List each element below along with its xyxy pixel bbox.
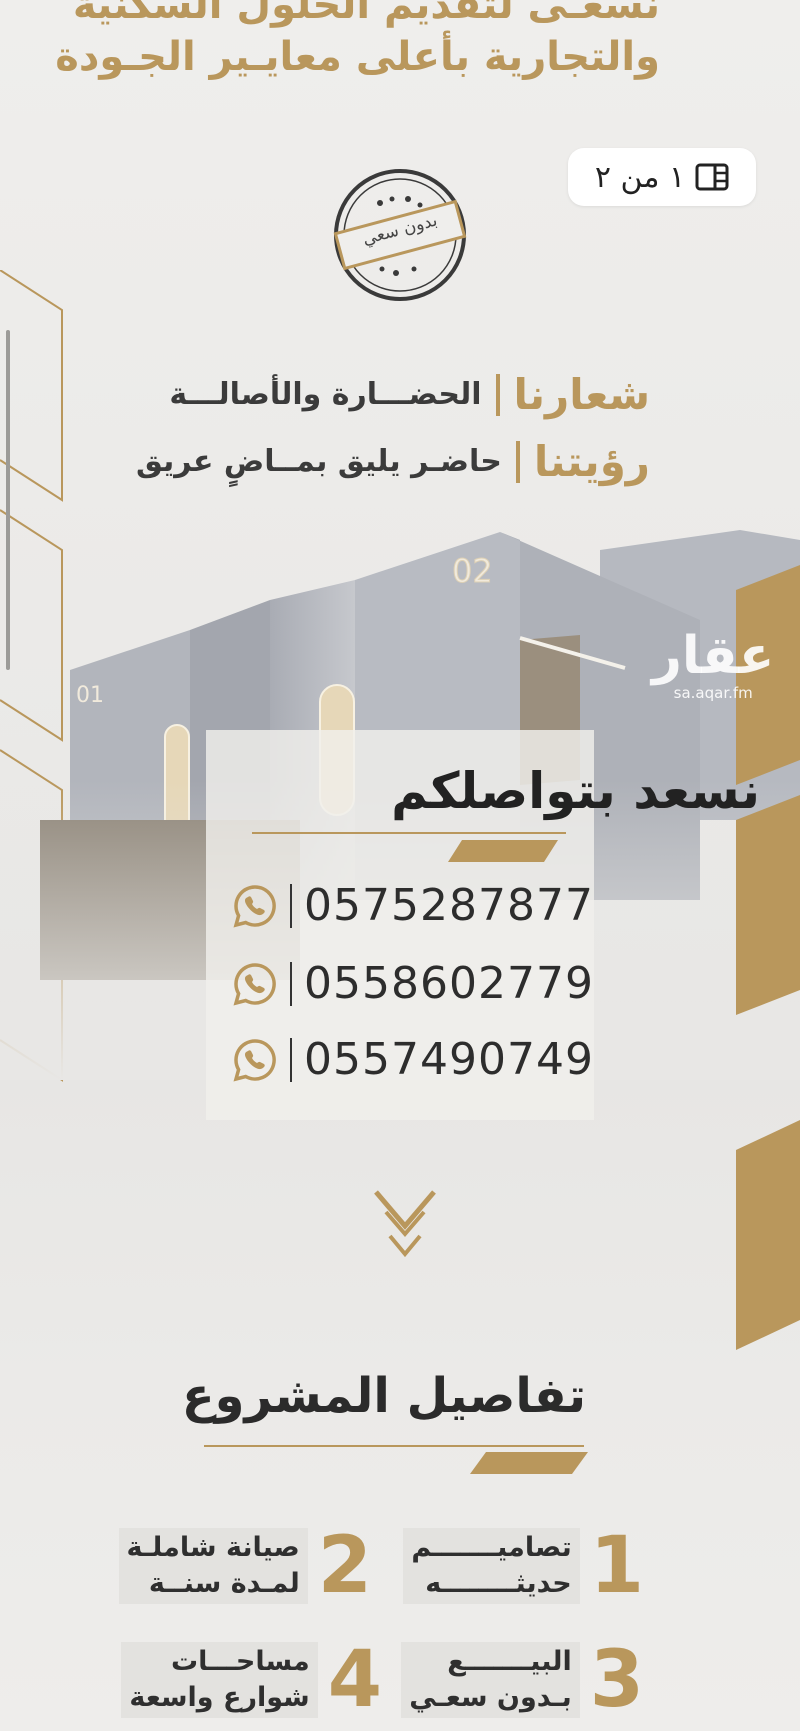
- feature-line-1: تصاميـــــــم: [411, 1532, 572, 1563]
- details-title-accent: [470, 1452, 588, 1474]
- phone-divider: [290, 1037, 292, 1082]
- contact-title-accent: [448, 840, 558, 862]
- watermark-logo: عقار: [652, 626, 775, 686]
- phone-number-3[interactable]: 0557490749: [304, 1034, 594, 1085]
- feature-modern-designs: 1 تصاميـــــــم حديثــــــــه: [403, 1526, 644, 1606]
- feature-line-1: البيـــــــع: [447, 1646, 572, 1677]
- feature-no-commission: 3 البيـــــــع بـدون سعـي: [401, 1640, 644, 1720]
- contact-title-underline: [252, 832, 566, 834]
- watermark-url: sa.aqar.fm: [673, 684, 753, 702]
- feature-number: 3: [589, 1635, 644, 1725]
- phone-divider: [290, 961, 292, 1006]
- feature-text: تصاميـــــــم حديثــــــــه: [403, 1528, 580, 1604]
- feature-line-2: بـدون سعـي: [409, 1682, 572, 1713]
- chevron-down-icon: [374, 1190, 436, 1258]
- whatsapp-icon: [233, 884, 276, 927]
- whatsapp-icon: [233, 1038, 276, 1081]
- vision-key: رؤيتنا: [533, 437, 650, 486]
- slogan-divider: [495, 373, 500, 416]
- building-sign-01: 01: [76, 683, 104, 708]
- feature-number: 4: [327, 1635, 382, 1725]
- phone-divider: [290, 883, 292, 928]
- feature-spaces-wide-streets: 4 مساحـــات شوارع واسعة: [121, 1640, 382, 1720]
- gallery-icon: [695, 163, 729, 191]
- contact-title: نسعد بتواصلكم: [391, 762, 760, 820]
- feature-maintenance: 2 صيانة شاملـة لمـدة سنــة: [118, 1521, 372, 1611]
- feature-text: صيانة شاملـة لمـدة سنــة: [118, 1528, 308, 1604]
- feature-line-2: حديثــــــــه: [425, 1568, 572, 1599]
- slogan-value: الحضـــارة والأصالـــة: [169, 377, 482, 412]
- feature-text: مساحـــات شوارع واسعة: [121, 1642, 318, 1718]
- decorative-gold-stripe-right: [736, 1120, 800, 1350]
- feature-line-1: مساحـــات: [170, 1646, 310, 1677]
- vision-row: رؤيتنا حاضـر يليق بمــاضٍ عريق: [136, 437, 650, 486]
- details-title: تفاصيل المشروع: [181, 1368, 586, 1424]
- phone-row-3[interactable]: 0557490749: [232, 1034, 594, 1085]
- details-title-underline: [204, 1445, 584, 1447]
- feature-number: 1: [589, 1521, 644, 1611]
- tagline-line-1: نسعـى لتقديم الحلول السكنية: [72, 0, 660, 28]
- whatsapp-icon: [233, 962, 276, 1005]
- phone-number-2[interactable]: 0558602779: [304, 958, 594, 1009]
- tagline-line-2: والتجارية بأعلى معايـير الجـودة: [55, 34, 660, 80]
- page-indicator-label: ١ من ٢: [594, 159, 686, 195]
- feature-line-2: شوارع واسعة: [129, 1682, 310, 1713]
- vision-divider: [515, 440, 520, 483]
- aqar-watermark: عقار sa.aqar.fm: [652, 628, 774, 702]
- feature-text: البيـــــــع بـدون سعـي: [401, 1642, 580, 1718]
- promo-page: نسعـى لتقديم الحلول السكنية والتجارية بأ…: [0, 0, 800, 1731]
- feature-number: 2: [317, 1521, 372, 1611]
- no-commission-stamp: بدون سعي: [330, 165, 470, 305]
- building-sign-02: 02: [452, 552, 493, 590]
- feature-line-1: صيانة شاملـة: [126, 1532, 300, 1563]
- page-indicator[interactable]: ١ من ٢: [568, 148, 756, 206]
- phone-row-2[interactable]: 0558602779: [232, 958, 594, 1009]
- feature-line-2: لمـدة سنــة: [148, 1568, 300, 1599]
- slogan-row: شعارنا الحضـــارة والأصالـــة: [169, 370, 650, 419]
- vision-value: حاضـر يليق بمــاضٍ عريق: [135, 444, 502, 479]
- phone-row-1[interactable]: 0575287877: [232, 880, 594, 931]
- phone-number-1[interactable]: 0575287877: [304, 880, 594, 931]
- slogan-key: شعارنا: [513, 370, 651, 419]
